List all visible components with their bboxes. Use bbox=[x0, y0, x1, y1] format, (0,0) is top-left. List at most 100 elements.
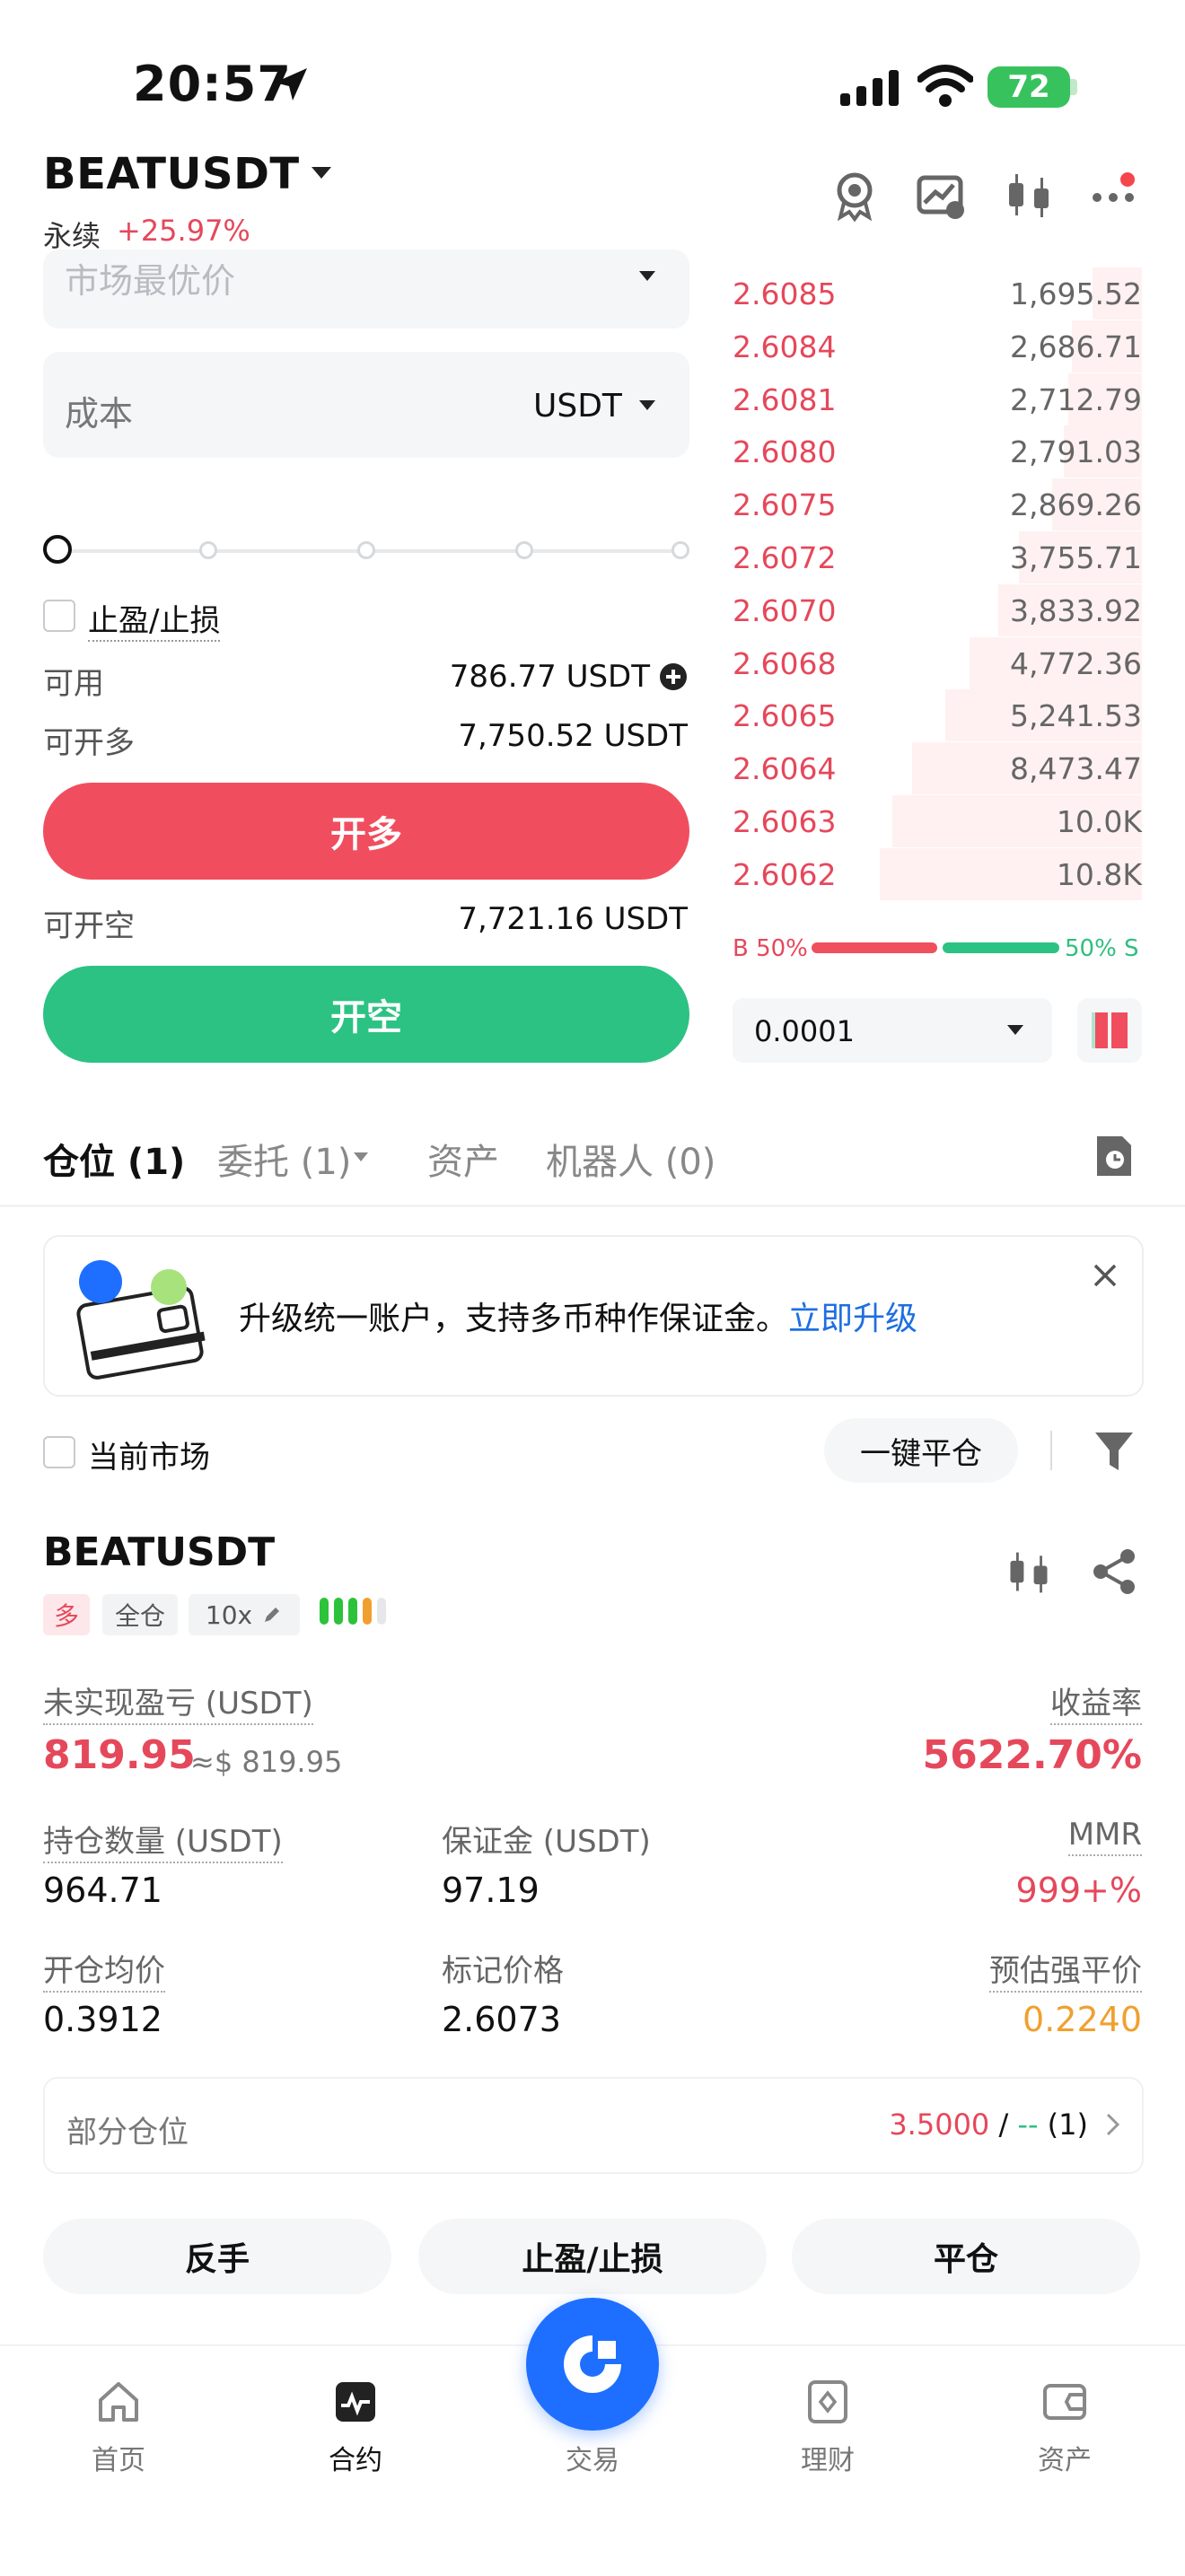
trade-logo-icon bbox=[564, 2335, 621, 2393]
margin-label: 保证金 (USDT) bbox=[442, 1824, 651, 1860]
close-position-button[interactable]: 平仓 bbox=[792, 2219, 1140, 2294]
liq-price-value: 0.2240 bbox=[1023, 2000, 1142, 2039]
upgrade-link[interactable]: 立即升级 bbox=[788, 1301, 917, 1337]
precision-select[interactable]: 0.0001 bbox=[733, 998, 1052, 1063]
tab-positions[interactable]: 仓位 (1) bbox=[43, 1133, 185, 1185]
ask-quantity: 1,695.52 bbox=[1010, 276, 1142, 311]
margin-mode-badge[interactable]: 全仓 bbox=[102, 1594, 178, 1635]
upgrade-banner[interactable]: 升级统一账户，支持多币种作保证金。立即升级 bbox=[43, 1235, 1144, 1397]
orderbook-ask-row[interactable]: 2.6085 1,695.52 bbox=[733, 267, 1142, 320]
finance-icon bbox=[808, 2380, 847, 2423]
mmr-label: MMR bbox=[1067, 1817, 1142, 1856]
partial-label: 部分仓位 bbox=[66, 2115, 189, 2151]
orderbook-ask-row[interactable]: 2.6070 3,833.92 bbox=[733, 583, 1142, 636]
orderbook-ask-row[interactable]: 2.6080 2,791.03 bbox=[733, 425, 1142, 478]
ask-price: 2.6075 bbox=[733, 487, 837, 523]
ask-quantity: 2,712.79 bbox=[1010, 381, 1142, 417]
orderbook-ask-row[interactable]: 2.6081 2,712.79 bbox=[733, 372, 1142, 425]
ask-price: 2.6080 bbox=[733, 434, 837, 470]
pair-dropdown-icon[interactable] bbox=[312, 167, 331, 179]
ask-price: 2.6068 bbox=[733, 645, 837, 681]
orderbook-ask-row[interactable]: 2.6075 2,869.26 bbox=[733, 478, 1142, 531]
position-symbol: BEATUSDT bbox=[43, 1529, 276, 1575]
nav-assets-label: 资产 bbox=[1038, 2445, 1092, 2476]
candlestick-icon[interactable] bbox=[1004, 1547, 1054, 1598]
ask-quantity: 8,473.47 bbox=[1010, 751, 1142, 787]
chevron-down-icon bbox=[639, 271, 655, 281]
tabs-divider bbox=[0, 1205, 1185, 1207]
orderbook-ask-row[interactable]: 2.6072 3,755.71 bbox=[733, 531, 1142, 583]
orderbook-ask-row[interactable]: 2.6065 5,241.53 bbox=[733, 689, 1142, 742]
partial-position-row[interactable]: 部分仓位 3.5000 / -- (1) bbox=[43, 2077, 1144, 2174]
chart-check-icon[interactable] bbox=[914, 169, 968, 223]
add-funds-icon[interactable] bbox=[659, 662, 688, 691]
ask-price: 2.6072 bbox=[733, 540, 837, 575]
open-short-value: 7,721.16 USDT bbox=[458, 901, 688, 937]
history-icon[interactable] bbox=[1093, 1133, 1135, 1179]
tab-bots[interactable]: 机器人 (0) bbox=[546, 1133, 715, 1185]
open-long-label: 可开多 bbox=[43, 725, 135, 761]
tpsl-checkbox[interactable] bbox=[43, 600, 75, 632]
price-change: +25.97% bbox=[117, 214, 250, 248]
location-arrow-icon bbox=[275, 68, 307, 101]
current-market-checkbox[interactable] bbox=[43, 1436, 75, 1468]
nav-home-label: 首页 bbox=[92, 2445, 145, 2476]
close-all-button[interactable]: 一键平仓 bbox=[824, 1418, 1018, 1483]
liq-price-label: 预估强平价 bbox=[989, 1946, 1142, 1993]
open-long-value: 7,750.52 USDT bbox=[458, 718, 688, 754]
slider-mark-50[interactable] bbox=[357, 541, 375, 559]
cellular-signal-icon bbox=[840, 70, 899, 106]
wifi-icon bbox=[917, 65, 973, 107]
filter-icon[interactable] bbox=[1093, 1429, 1135, 1474]
cost-field[interactable]: 成本 USDT bbox=[43, 352, 689, 458]
open-long-button[interactable]: 开多 bbox=[43, 783, 689, 880]
orderbook-ask-row[interactable]: 2.6084 2,686.71 bbox=[733, 320, 1142, 372]
mark-price-label: 标记价格 bbox=[442, 1953, 564, 1989]
ask-quantity: 2,791.03 bbox=[1010, 434, 1142, 470]
ask-price: 2.6070 bbox=[733, 592, 837, 628]
orderbook-ask-row[interactable]: 2.6068 4,772.36 bbox=[733, 636, 1142, 689]
nav-trade-label[interactable]: 交易 bbox=[521, 2438, 664, 2477]
leverage-badge[interactable]: 10x bbox=[189, 1594, 300, 1635]
edit-icon bbox=[265, 1608, 280, 1622]
candlestick-icon[interactable] bbox=[1002, 169, 1056, 223]
banner-text: 升级统一账户，支持多币种作保证金。立即升级 bbox=[239, 1301, 918, 1337]
reverse-button[interactable]: 反手 bbox=[43, 2219, 391, 2294]
orderbook-ask-row[interactable]: 2.6063 10.0K bbox=[733, 795, 1142, 847]
tpsl-button[interactable]: 止盈/止损 bbox=[418, 2219, 767, 2294]
ask-quantity: 3,833.92 bbox=[1010, 592, 1142, 628]
order-type-placeholder: 市场最优价 bbox=[65, 261, 236, 301]
close-icon[interactable] bbox=[1092, 1262, 1119, 1289]
slider-handle[interactable] bbox=[43, 535, 72, 564]
tab-orders[interactable]: 委托 (1) bbox=[217, 1133, 351, 1185]
ask-price: 2.6085 bbox=[733, 276, 837, 311]
ask-quantity: 5,241.53 bbox=[1010, 698, 1142, 734]
orderbook-ask-row[interactable]: 2.6064 8,473.47 bbox=[733, 742, 1142, 795]
chevron-down-icon bbox=[639, 400, 655, 410]
tab-assets[interactable]: 资产 bbox=[427, 1133, 499, 1185]
tpsl-label[interactable]: 止盈/止损 bbox=[88, 596, 221, 642]
ask-price: 2.6084 bbox=[733, 329, 837, 364]
precision-value: 0.0001 bbox=[754, 1014, 855, 1048]
battery-indicator: 72 bbox=[988, 66, 1070, 108]
orderbook-ask-row[interactable]: 2.6062 10.8K bbox=[733, 847, 1142, 900]
slider-mark-100[interactable] bbox=[672, 541, 689, 559]
cost-label: 成本 bbox=[65, 394, 134, 434]
share-icon[interactable] bbox=[1090, 1547, 1138, 1596]
cost-unit-select[interactable]: USDT bbox=[533, 388, 622, 425]
available-value: 786.77 USDT bbox=[449, 659, 650, 695]
size-value: 964.71 bbox=[43, 1871, 162, 1910]
orders-dropdown-icon[interactable] bbox=[354, 1152, 368, 1161]
status-time: 20:57 bbox=[133, 56, 292, 112]
open-short-button[interactable]: 开空 bbox=[43, 966, 689, 1063]
book-layout-icon bbox=[1092, 1012, 1128, 1048]
pair-title[interactable]: BEATUSDT bbox=[43, 149, 300, 199]
trade-center-button[interactable] bbox=[526, 2298, 659, 2431]
award-badge-icon[interactable] bbox=[828, 169, 882, 223]
slider-mark-25[interactable] bbox=[199, 541, 217, 559]
order-type-select[interactable]: 市场最优价 bbox=[43, 250, 689, 329]
slider-mark-75[interactable] bbox=[515, 541, 533, 559]
book-layout-toggle[interactable] bbox=[1077, 998, 1142, 1063]
contract-icon bbox=[336, 2382, 375, 2422]
nav-contract-label: 合约 bbox=[329, 2445, 382, 2476]
